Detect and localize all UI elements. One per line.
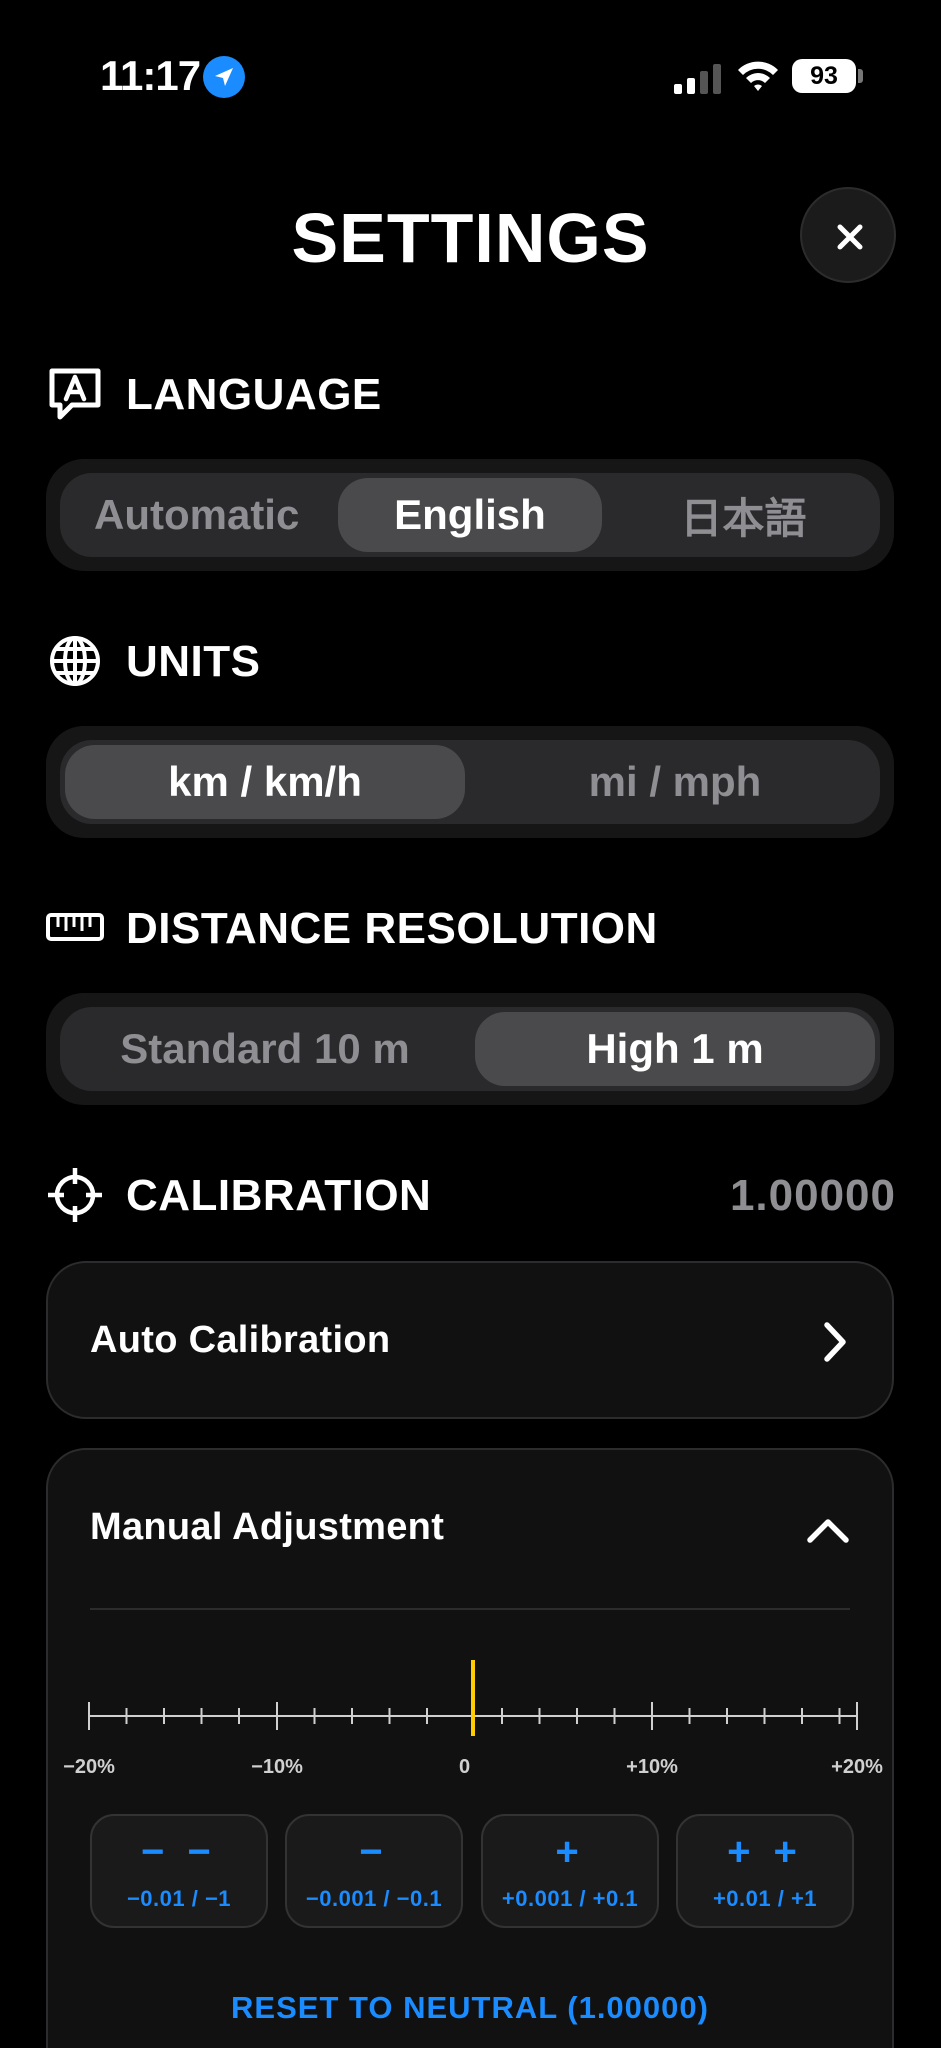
distance-resolution-segmented-control[interactable]: Standard 10 m High 1 m: [46, 993, 894, 1105]
decrement-large-label: −0.01 / −1: [126, 1886, 232, 1911]
language-title: LANGUAGE: [126, 370, 382, 419]
increment-large-button[interactable]: + + +0.01 / +1: [676, 1814, 854, 1928]
manual-adjustment-title: Manual Adjustment: [90, 1506, 445, 1548]
double-plus-icon: + +: [727, 1830, 803, 1874]
chevron-right-icon: [824, 1322, 846, 1362]
units-option-imperial[interactable]: mi / mph: [475, 745, 875, 819]
ruler-label: −20%: [63, 1756, 115, 1778]
units-option-metric[interactable]: km / km/h: [65, 745, 465, 819]
distance-resolution-section-header: DISTANCE RESOLUTION: [46, 899, 896, 959]
globe-icon: [50, 636, 100, 686]
battery-cap: [858, 69, 863, 83]
language-section-header: LANGUAGE: [46, 365, 896, 425]
reset-to-neutral-button[interactable]: RESET TO NEUTRAL (1.00000): [48, 1990, 892, 2026]
resolution-option-standard[interactable]: Standard 10 m: [65, 1012, 465, 1086]
battery-indicator: 93: [792, 59, 856, 93]
ruler-icon: [46, 913, 104, 941]
crosshair-icon: [48, 1168, 102, 1222]
ruler-label: −10%: [251, 1756, 303, 1778]
chevron-up-icon[interactable]: [806, 1516, 850, 1544]
units-segmented-control[interactable]: km / km/h mi / mph: [46, 726, 894, 838]
ruler-scale: [88, 1660, 858, 1736]
auto-calibration-row[interactable]: Auto Calibration: [46, 1261, 894, 1419]
close-button[interactable]: [800, 187, 896, 283]
auto-calibration-label: Auto Calibration: [90, 1319, 391, 1361]
calibration-value: 1.00000: [729, 1171, 896, 1220]
minus-icon: −: [359, 1830, 389, 1874]
ruler-label: +20%: [831, 1756, 883, 1778]
language-option-japanese[interactable]: 日本語: [612, 478, 875, 552]
language-option-automatic[interactable]: Automatic: [65, 478, 328, 552]
speech-bubble-letter-a-icon: [49, 368, 101, 420]
decrement-small-button[interactable]: − −0.001 / −0.1: [285, 1814, 463, 1928]
cellular-signal-icon: [674, 62, 722, 94]
language-option-english[interactable]: English: [338, 478, 602, 552]
status-time: 11:17: [100, 52, 201, 99]
increment-small-button[interactable]: + +0.001 / +0.1: [481, 1814, 659, 1928]
ruler-label: 0: [458, 1756, 471, 1778]
plus-icon: +: [555, 1830, 585, 1874]
calibration-section-header: CALIBRATION 1.00000: [46, 1166, 896, 1226]
ruler-label: +10%: [626, 1756, 678, 1778]
wifi-icon: [736, 58, 780, 97]
double-minus-icon: − −: [141, 1830, 217, 1874]
units-title: UNITS: [126, 637, 261, 686]
increment-large-label: +0.01 / +1: [712, 1886, 818, 1911]
decrement-large-button[interactable]: − − −0.01 / −1: [90, 1814, 268, 1928]
language-segmented-control[interactable]: Automatic English 日本語: [46, 459, 894, 571]
manual-adjustment-panel: Manual Adjustment −20% −10% 0 +10% +20% …: [46, 1448, 894, 2048]
units-section-header: UNITS: [46, 632, 896, 692]
divider: [90, 1608, 850, 1610]
increment-small-label: +0.001 / +0.1: [501, 1886, 639, 1911]
distance-resolution-title: DISTANCE RESOLUTION: [126, 904, 658, 953]
calibration-title: CALIBRATION: [126, 1171, 432, 1220]
location-arrow-icon: [203, 56, 245, 98]
status-bar: 11:17 93: [0, 0, 941, 150]
close-icon: [837, 224, 863, 250]
resolution-option-high[interactable]: High 1 m: [475, 1012, 875, 1086]
calibration-ruler-slider[interactable]: −20% −10% 0 +10% +20%: [63, 1660, 883, 1780]
decrement-small-label: −0.001 / −0.1: [305, 1886, 443, 1911]
